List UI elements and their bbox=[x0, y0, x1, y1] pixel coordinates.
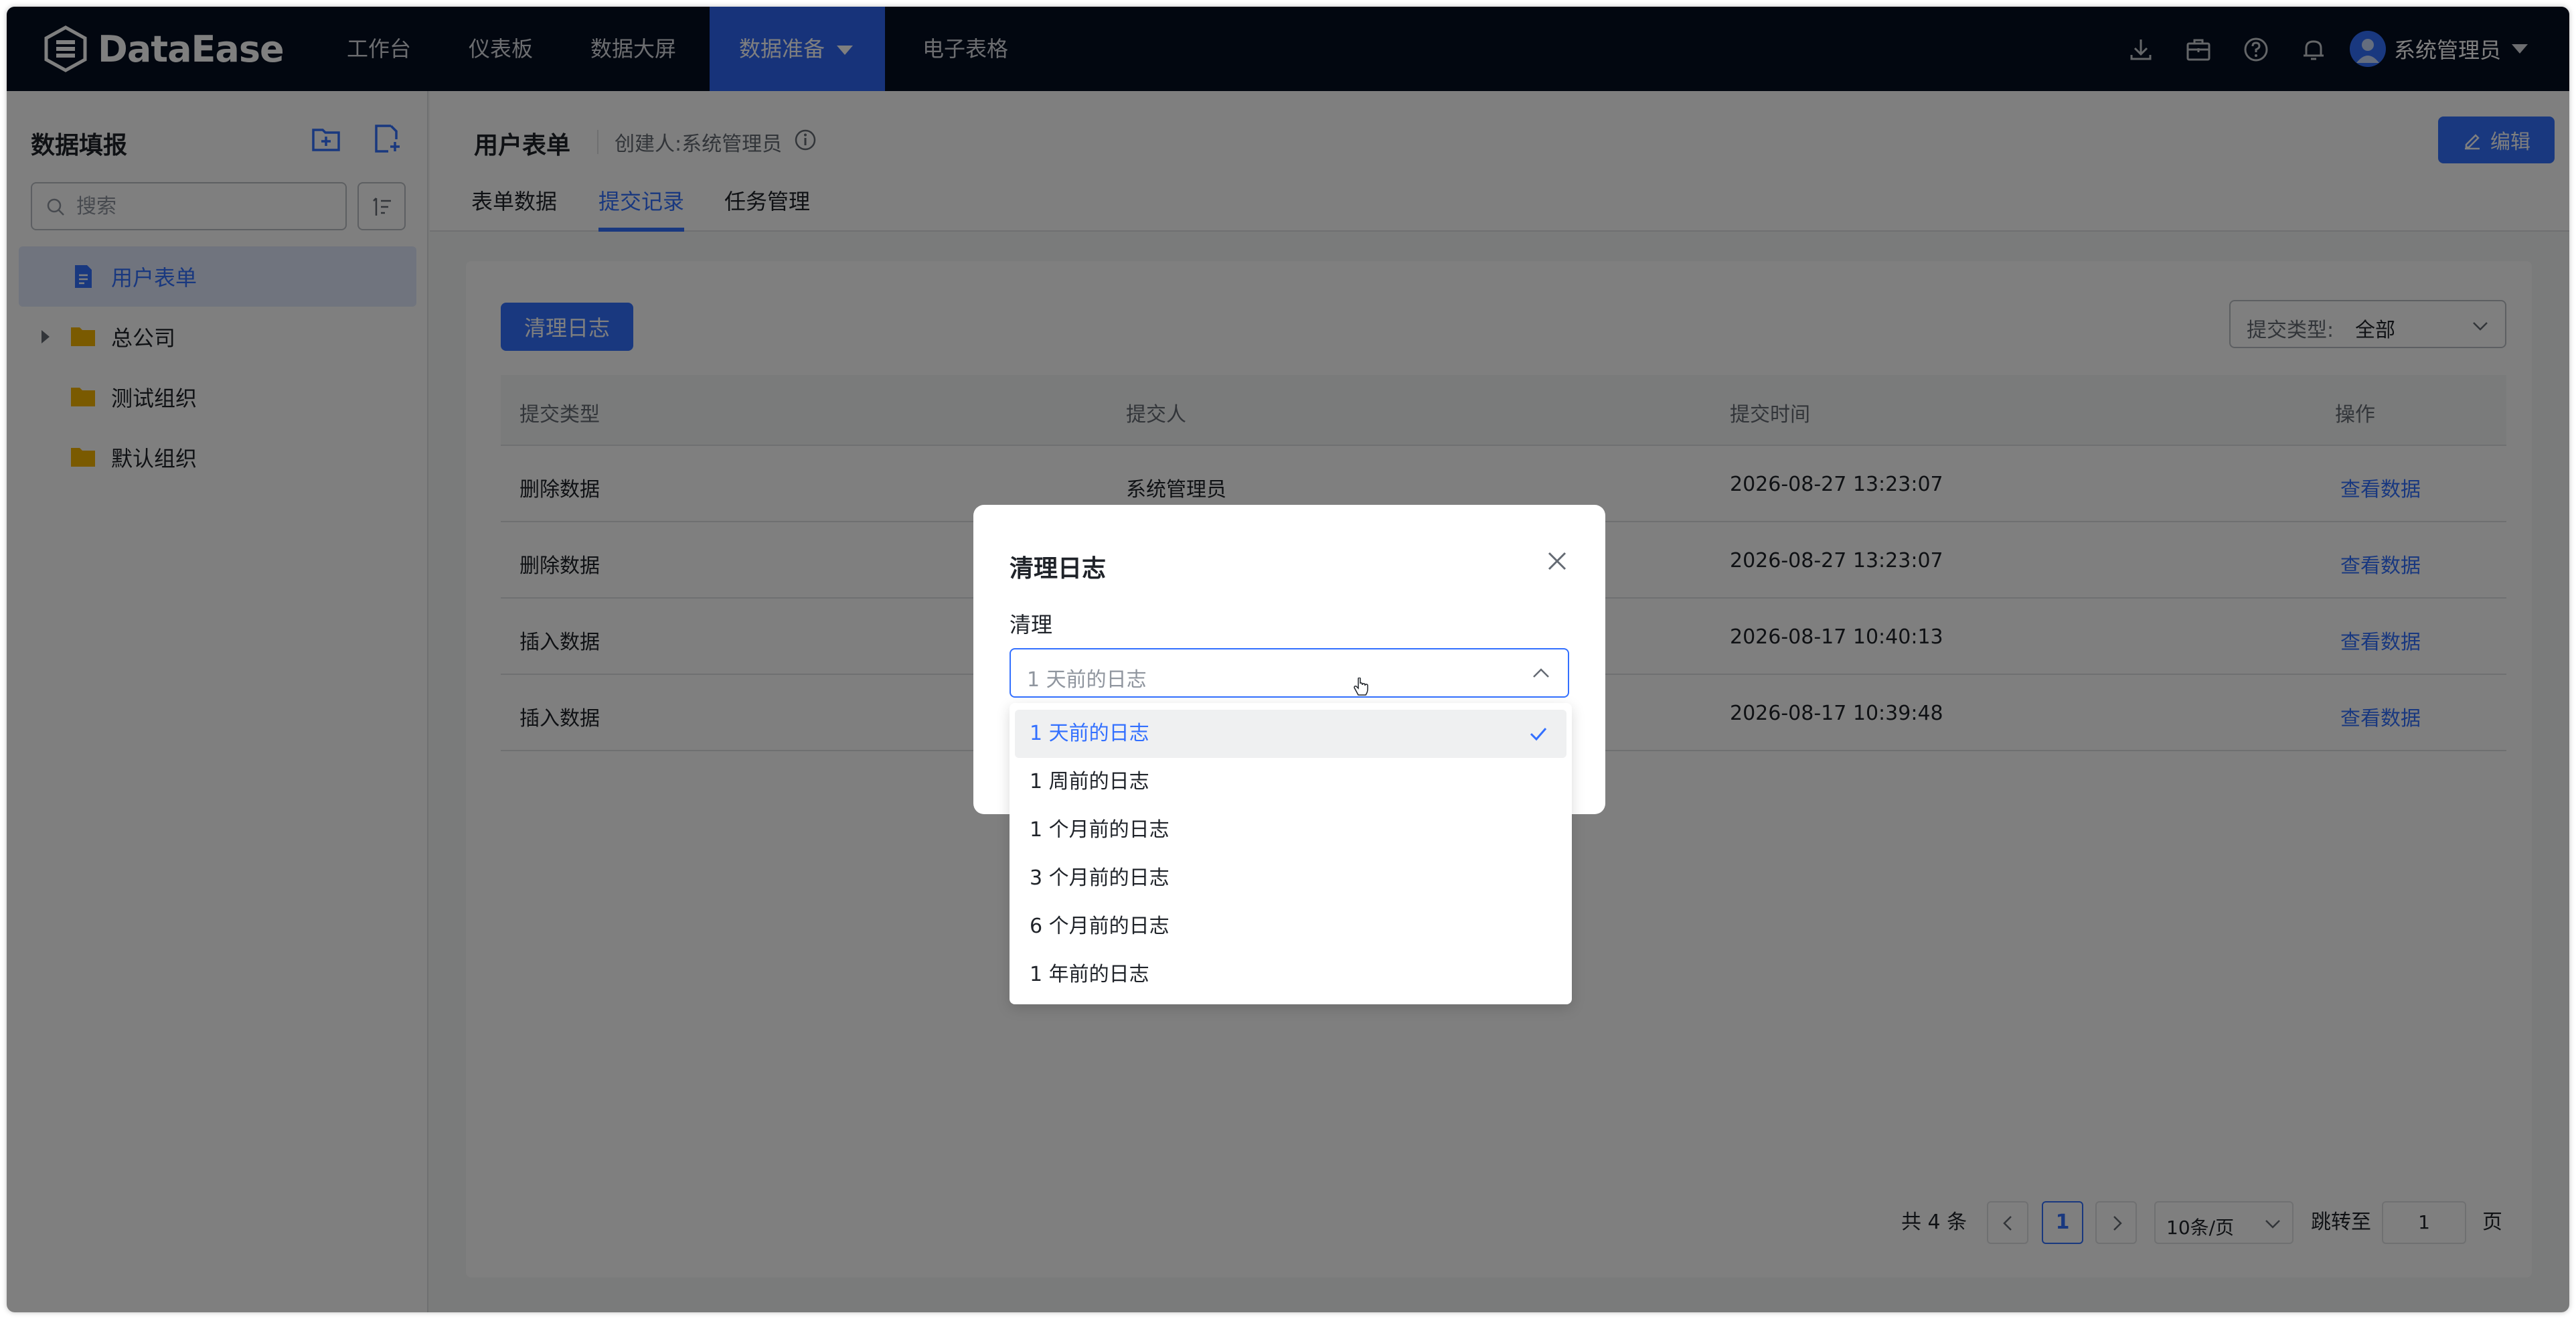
dropdown-option[interactable]: 1 个月前的日志 bbox=[1015, 806, 1566, 854]
check-icon bbox=[1530, 728, 1547, 741]
dropdown-option[interactable]: 1 年前的日志 bbox=[1015, 951, 1566, 999]
dropdown-option[interactable]: 1 周前的日志 bbox=[1015, 758, 1566, 806]
option-label: 1 年前的日志 bbox=[1030, 963, 1149, 986]
dropdown-option[interactable]: 1 天前的日志 bbox=[1015, 710, 1566, 758]
clear-range-dropdown: 1 天前的日志 1 周前的日志 1 个月前的日志 3 个月前的日志 6 个月前的… bbox=[1010, 703, 1572, 1004]
field-label: 清理 bbox=[1010, 612, 1053, 637]
mouse-cursor-icon bbox=[1354, 678, 1368, 696]
option-label: 1 天前的日志 bbox=[1030, 722, 1149, 745]
app-window: DataEase 工作台 仪表板 数据大屏 数据准备 电子表格 系统管理员 bbox=[7, 7, 2569, 1312]
option-label: 1 个月前的日志 bbox=[1030, 818, 1170, 842]
clear-range-select[interactable]: 1 天前的日志 bbox=[1010, 648, 1569, 698]
close-icon[interactable] bbox=[1544, 548, 1571, 574]
option-label: 6 个月前的日志 bbox=[1030, 915, 1170, 938]
clear-range-placeholder: 1 天前的日志 bbox=[1027, 668, 1147, 692]
dialog-title: 清理日志 bbox=[1010, 555, 1107, 583]
chevron-up-icon bbox=[1533, 668, 1549, 678]
dropdown-option[interactable]: 6 个月前的日志 bbox=[1015, 903, 1566, 951]
option-label: 1 周前的日志 bbox=[1030, 770, 1149, 793]
option-label: 3 个月前的日志 bbox=[1030, 866, 1170, 890]
dropdown-option[interactable]: 3 个月前的日志 bbox=[1015, 854, 1566, 903]
